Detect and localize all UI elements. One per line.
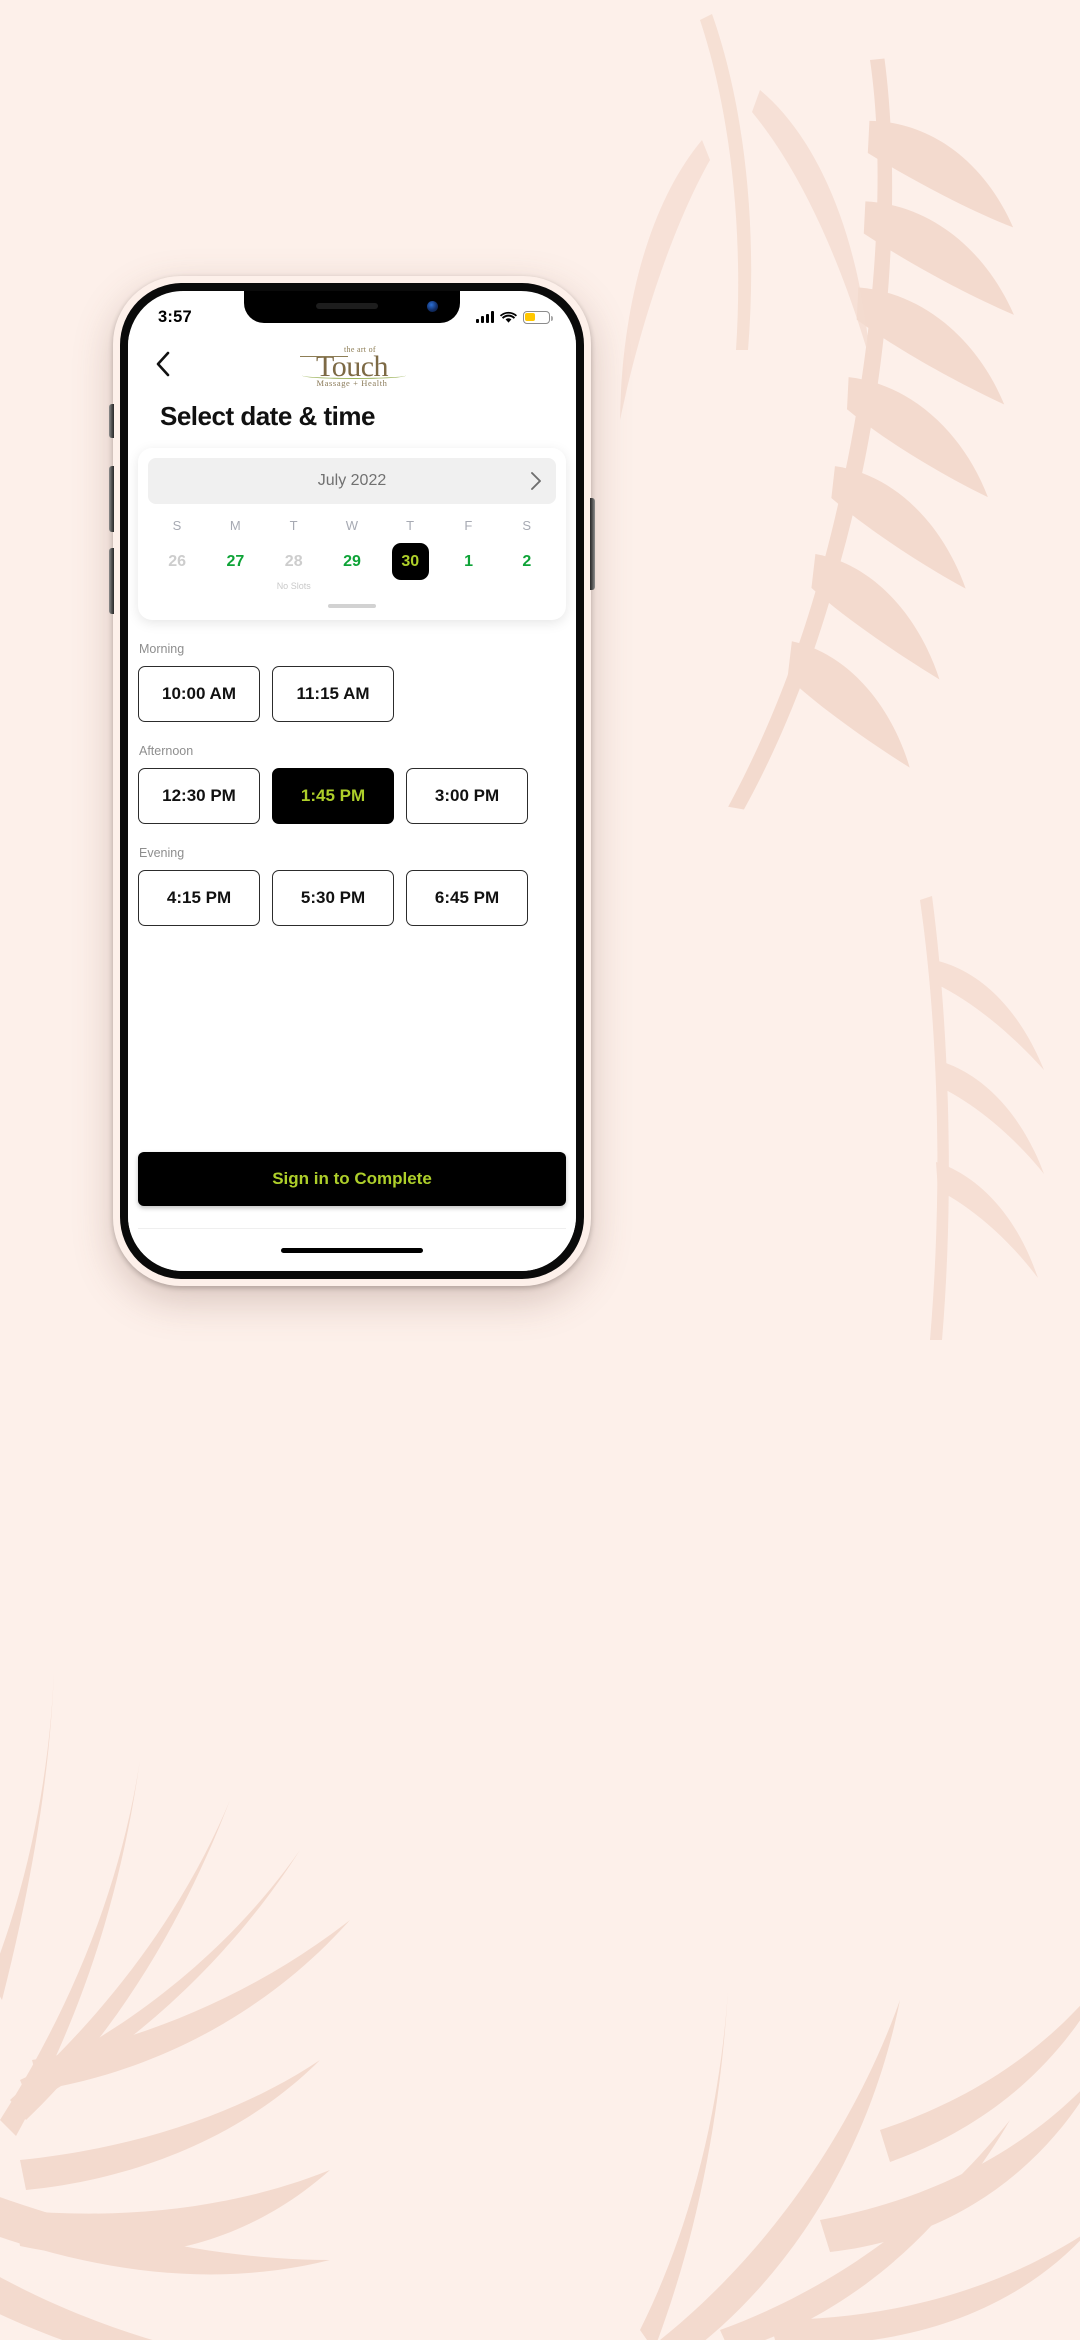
time-slot-button[interactable]: 4:15 PM [138, 870, 260, 926]
slot-group-afternoon: Afternoon 12:30 PM 1:45 PM 3:00 PM [138, 744, 566, 824]
silent-switch[interactable] [109, 404, 114, 438]
wifi-icon [500, 311, 517, 323]
time-slot-button[interactable]: 6:45 PM [406, 870, 528, 926]
time-slots-area: Morning 10:00 AM 11:15 AM Afternoon 12:30 PM… [128, 620, 576, 1152]
phone-screen: 3:57 the art of Touch Massage + Health S… [128, 291, 576, 1271]
back-button[interactable] [146, 347, 180, 381]
slot-row: 12:30 PM 1:45 PM 3:00 PM [138, 768, 566, 824]
slot-group-label: Morning [139, 642, 185, 656]
weekday-label: T [289, 518, 298, 533]
slot-row: 4:15 PM 5:30 PM 6:45 PM [138, 870, 566, 926]
time-slot-button[interactable]: 5:30 PM [272, 870, 394, 926]
device-notch [244, 291, 460, 323]
next-month-button[interactable] [530, 471, 542, 491]
front-camera-icon [427, 301, 438, 312]
cta-container: Sign in to Complete [128, 1152, 576, 1229]
date-cell-26: 26 [148, 543, 206, 592]
brand-logo: the art of Touch Massage + Health [286, 343, 418, 388]
battery-icon [523, 310, 553, 324]
phone-device-frame: 3:57 the art of Touch Massage + Health S… [109, 276, 595, 1286]
slot-group-morning: Morning 10:00 AM 11:15 AM [138, 642, 566, 722]
weekday-label: W [345, 518, 359, 533]
slot-group-label: Evening [139, 846, 185, 860]
date-cell-29[interactable]: 29 [323, 543, 381, 592]
date-number: 28 [284, 552, 303, 570]
calendar-drag-handle[interactable] [328, 604, 376, 608]
home-indicator-area [128, 1229, 576, 1271]
app-navigation-bar: the art of Touch Massage + Health [128, 335, 576, 393]
date-number: 1 [464, 552, 473, 570]
power-button[interactable] [590, 498, 595, 590]
weekday-label: F [464, 518, 473, 533]
volume-down-button[interactable] [109, 548, 114, 614]
slot-row: 10:00 AM 11:15 AM [138, 666, 566, 722]
chevron-right-icon [531, 472, 541, 490]
calendar-card: July 2022 S M T W T F S 26 27 28 No Slots 29 30 1 2 [138, 448, 566, 620]
date-number: 26 [168, 552, 187, 570]
app-content: the art of Touch Massage + Health Select… [128, 335, 576, 1271]
weekday-label: S [522, 518, 532, 533]
time-slot-button[interactable]: 1:45 PM [272, 768, 394, 824]
time-slot-button[interactable]: 10:00 AM [138, 666, 260, 722]
slot-group-evening: Evening 4:15 PM 5:30 PM 6:45 PM [138, 846, 566, 926]
home-indicator[interactable] [281, 1247, 423, 1253]
date-cell-28: 28 No Slots [265, 543, 323, 592]
cellular-signal-icon [475, 311, 494, 323]
logo-rule [300, 356, 348, 358]
date-cell-30[interactable]: 30 [381, 543, 439, 592]
weekday-header-row: SMTWTFS [148, 518, 556, 533]
time-slot-button[interactable]: 3:00 PM [406, 768, 528, 824]
chevron-left-icon [156, 351, 170, 377]
slot-group-label: Afternoon [139, 744, 194, 758]
time-slot-button[interactable]: 12:30 PM [138, 768, 260, 824]
logo-superscript: the art of [344, 345, 376, 354]
date-cell-2[interactable]: 2 [498, 543, 556, 592]
date-cell-27[interactable]: 27 [206, 543, 264, 592]
battery-fill [525, 312, 535, 322]
date-number: 2 [522, 552, 532, 570]
sign-in-to-complete-button[interactable]: Sign in to Complete [138, 1152, 566, 1206]
date-row: 26 27 28 No Slots 29 30 1 2 [148, 543, 556, 592]
time-slot-button[interactable]: 11:15 AM [272, 666, 394, 722]
date-number: 29 [343, 552, 361, 570]
date-number: 27 [226, 552, 245, 570]
status-bar-icons [475, 310, 553, 324]
volume-up-button[interactable] [109, 466, 114, 532]
logo-tagline: Massage + Health [316, 378, 388, 388]
weekday-label: T [406, 518, 415, 533]
date-note: No Slots [276, 581, 311, 591]
weekday-label: S [172, 518, 182, 533]
date-cell-1[interactable]: 1 [439, 543, 497, 592]
weekday-label: M [229, 518, 241, 533]
month-label: July 2022 [317, 472, 387, 489]
status-bar-time: 3:57 [158, 307, 192, 326]
month-selector[interactable]: July 2022 [148, 458, 556, 504]
date-number: 30 [391, 543, 429, 580]
earpiece-speaker [316, 303, 379, 309]
page-title: Select date & time [160, 401, 375, 431]
